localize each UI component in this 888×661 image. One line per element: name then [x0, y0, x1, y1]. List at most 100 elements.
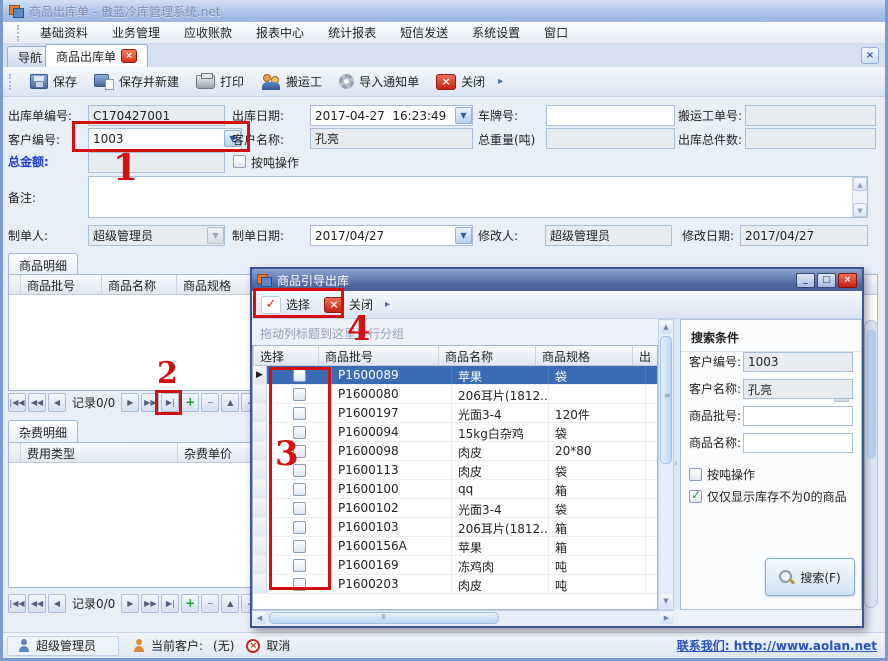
record-nav-button[interactable]: |◀◀	[8, 594, 26, 613]
customer-icon	[133, 639, 145, 652]
record-nav-button[interactable]: ◀◀	[28, 393, 46, 412]
record-nav-button[interactable]: −	[201, 594, 219, 613]
tab-label: 导航	[18, 49, 42, 66]
tab-close-icon[interactable]: ×	[121, 49, 137, 63]
menu-item-4[interactable]: 报表中心	[244, 22, 316, 43]
dialog-vertical-scrollbar[interactable]: ▲ ▼	[658, 319, 674, 610]
scroll-right-icon[interactable]: ▶	[660, 612, 673, 624]
search-button[interactable]: 搜索(F)	[765, 558, 855, 596]
name-cell: 15kg白杂鸡	[452, 423, 549, 441]
record-nav-button[interactable]: ◀	[48, 594, 66, 613]
close-button[interactable]: × 关闭	[429, 70, 492, 93]
menu-item-1[interactable]: 基础资料	[28, 22, 100, 43]
record-nav-button[interactable]: ▲	[221, 393, 239, 412]
menu-item-6[interactable]: 短信发送	[388, 22, 460, 43]
row-indicator: ▶	[253, 366, 267, 384]
scroll-up-icon[interactable]: ▲	[853, 177, 867, 191]
record-nav-button[interactable]: ◀	[48, 393, 66, 412]
current-customer-value: (无)	[213, 637, 234, 654]
create-date-dropdown-icon[interactable]: ▼	[455, 227, 472, 244]
save-button[interactable]: 保存	[23, 70, 84, 93]
column-header[interactable]: 商品批号	[319, 346, 439, 365]
remark-scrollbar[interactable]: ▲ ▼	[852, 177, 867, 217]
record-nav-button[interactable]: ◀◀	[28, 594, 46, 613]
menu-item-5[interactable]: 统计报表	[316, 22, 388, 43]
title-bar: 商品出库单 - 傲蓝冷库管理系统.net	[3, 0, 885, 22]
porter-no-field	[745, 105, 876, 126]
scrollbar-thumb[interactable]	[269, 612, 499, 624]
scroll-down-icon[interactable]: ▼	[853, 203, 867, 217]
column-header[interactable]: 选择	[254, 346, 319, 365]
menu-item-3[interactable]: 应收账款	[172, 22, 244, 43]
scroll-up-icon[interactable]: ▲	[660, 321, 672, 334]
search-batch-field[interactable]	[743, 406, 853, 426]
creator-dropdown-icon: ▼	[207, 227, 224, 244]
dialog-maximize-icon[interactable]: □	[817, 273, 836, 288]
plate-no-field[interactable]	[546, 105, 675, 126]
menu-item-2[interactable]: 业务管理	[100, 22, 172, 43]
porter-button[interactable]: 搬运工	[254, 70, 329, 93]
total-weight-field	[546, 128, 675, 149]
by-ton-checkbox[interactable]	[233, 155, 246, 168]
column-header[interactable]: 商品规格	[536, 346, 633, 365]
save-and-new-button[interactable]: 保存并新建	[87, 70, 186, 93]
dialog-minimize-icon[interactable]: _	[796, 273, 815, 288]
modify-date-field	[740, 225, 868, 246]
search-customer-name-label: 客户名称:	[689, 379, 741, 399]
record-nav-button[interactable]: ▶▶	[141, 594, 159, 613]
cancel-link[interactable]: 取消	[266, 637, 290, 654]
worker-icon	[261, 74, 281, 90]
column-header[interactable]: 出	[633, 346, 658, 365]
group-by-hint: 拖动列标题到这里进行分组	[252, 319, 658, 345]
cancel-icon[interactable]: ×	[246, 639, 260, 653]
out-date-dropdown-icon[interactable]: ▼	[455, 107, 472, 124]
search-batch-label: 商品批号:	[689, 406, 741, 426]
current-user: 超级管理员	[36, 637, 96, 654]
menu-item-8[interactable]: 窗口	[532, 22, 580, 43]
column-header[interactable]: 商品批号	[21, 275, 102, 294]
record-nav-button[interactable]: ▶	[121, 594, 139, 613]
tab-outbound-order[interactable]: 商品出库单 ×	[45, 44, 148, 67]
search-name-label: 商品名称:	[689, 433, 741, 453]
search-name-field[interactable]	[743, 433, 853, 453]
column-header[interactable]: 商品规格	[177, 275, 257, 294]
menu-item-7[interactable]: 系统设置	[460, 22, 532, 43]
record-nav-button[interactable]: −	[201, 393, 219, 412]
record-nav-button[interactable]: ▶	[121, 393, 139, 412]
print-button[interactable]: 打印	[189, 70, 251, 93]
column-header[interactable]: 费用类型	[21, 443, 178, 462]
record-nav-button[interactable]: ▶|	[161, 594, 179, 613]
create-date-combo[interactable]	[310, 225, 473, 246]
creator-combo[interactable]	[88, 225, 225, 246]
contact-link[interactable]: 联系我们: http://www.aolan.net	[677, 637, 877, 654]
product-columns: 商品批号商品名称商品规格	[21, 275, 257, 294]
close-icon: ×	[436, 74, 456, 90]
record-nav-button[interactable]: ▲	[221, 594, 239, 613]
record-nav-button[interactable]: +	[181, 594, 199, 613]
fee-detail-tab[interactable]: 杂费明细	[8, 420, 78, 444]
scroll-down-icon[interactable]: ▼	[660, 595, 672, 608]
record-nav-button[interactable]: +	[181, 393, 199, 412]
record-count-label: 记录0/0	[68, 595, 119, 612]
dialog-toolbar-overflow-icon[interactable]: ▸	[382, 299, 393, 310]
search-by-ton-checkbox[interactable]	[689, 468, 702, 481]
column-header[interactable]: 商品名称	[439, 346, 536, 365]
row-indicator	[253, 575, 267, 593]
column-header[interactable]: 商品名称	[102, 275, 177, 294]
dialog-close-icon[interactable]: ×	[838, 273, 857, 288]
toolbar-overflow-icon[interactable]: ▸	[495, 76, 506, 87]
out-date-field[interactable]	[310, 105, 473, 126]
main-vertical-scrollbar[interactable]	[864, 320, 878, 608]
search-customer-no-combo[interactable]	[743, 352, 853, 372]
record-nav-button[interactable]: |◀◀	[8, 393, 26, 412]
scrollbar-thumb[interactable]	[660, 336, 672, 464]
row-indicator	[253, 480, 267, 498]
current-user-panel: 超级管理员	[7, 636, 119, 656]
nonzero-stock-checkbox[interactable]	[689, 490, 702, 503]
batch-cell: P1600080	[332, 385, 452, 403]
scroll-left-icon[interactable]: ◀	[253, 612, 266, 624]
import-notice-button[interactable]: 导入通知单	[332, 70, 426, 93]
remark-textarea[interactable]	[88, 176, 868, 218]
dialog-horizontal-scrollbar[interactable]: ◀ ▶	[252, 610, 674, 626]
tabstrip-close-icon[interactable]: ×	[861, 47, 879, 64]
